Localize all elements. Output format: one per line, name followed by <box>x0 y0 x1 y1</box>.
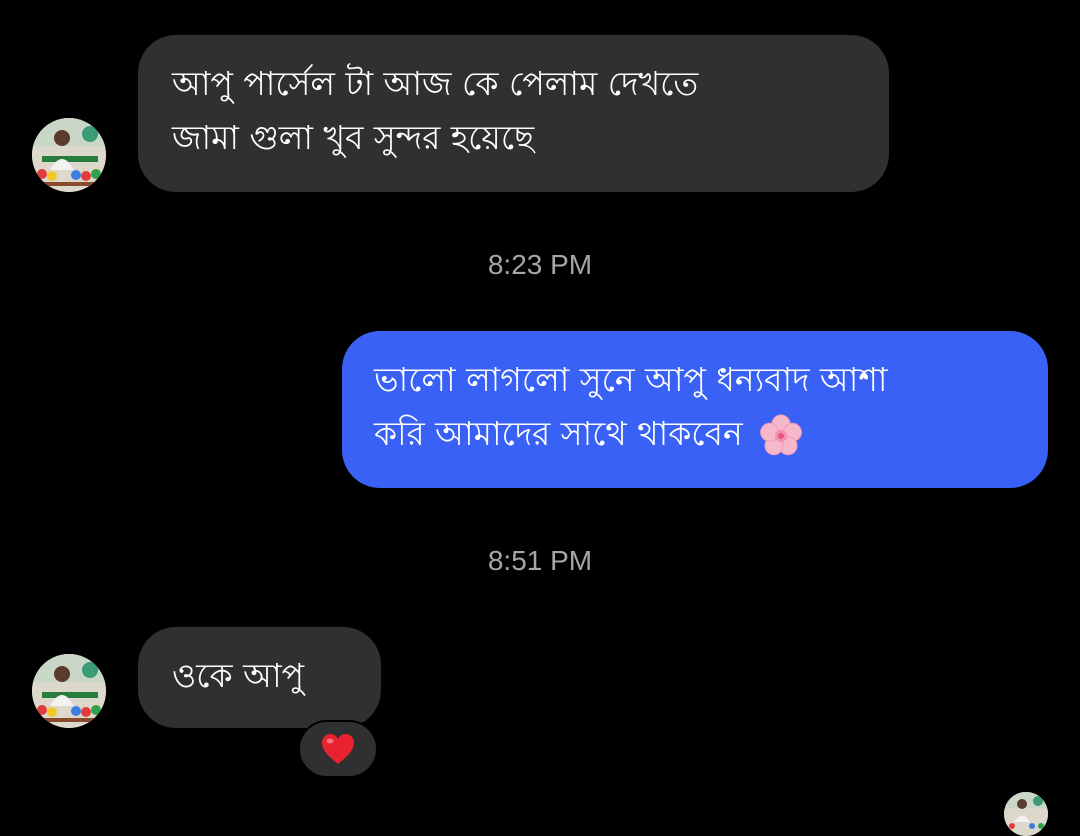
contact-avatar[interactable] <box>32 654 106 728</box>
contact-avatar[interactable] <box>32 118 106 192</box>
message-timestamp: 8:51 PM <box>487 545 593 576</box>
message-text-line: করি আমাদের সাথে থাকবেন <box>374 414 743 453</box>
message-text-line: আপু পার্সেল টা আজ কে পেলাম দেখতে <box>172 64 699 103</box>
heart-icon <box>322 734 354 764</box>
outgoing-message-bubble[interactable]: ভালো লাগলো সুনে আপু ধন্যবাদ আশা করি আমাদ… <box>342 331 1048 488</box>
avatar-image <box>1004 792 1048 836</box>
message-timestamp: 8:23 PM <box>487 249 593 280</box>
cherry-blossom-icon <box>760 414 803 455</box>
message-text-row: করি আমাদের সাথে থাকবেন <box>374 407 1014 461</box>
message-text-line: জামা গুলা খুব সুন্দর হয়েছে <box>172 118 535 157</box>
avatar-image <box>32 654 106 728</box>
avatar-image <box>32 118 106 192</box>
incoming-message-bubble[interactable]: আপু পার্সেল টা আজ কে পেলাম দেখতে জামা গু… <box>138 35 889 192</box>
message-reaction[interactable] <box>298 720 378 778</box>
message-text-line: ভালো লাগলো সুনে আপু ধন্যবাদ আশা <box>374 360 888 399</box>
read-receipt-avatar <box>1004 792 1048 836</box>
message-text-line: ওকে আপু <box>172 656 305 695</box>
incoming-message-bubble[interactable]: ওকে আপু <box>138 627 381 728</box>
